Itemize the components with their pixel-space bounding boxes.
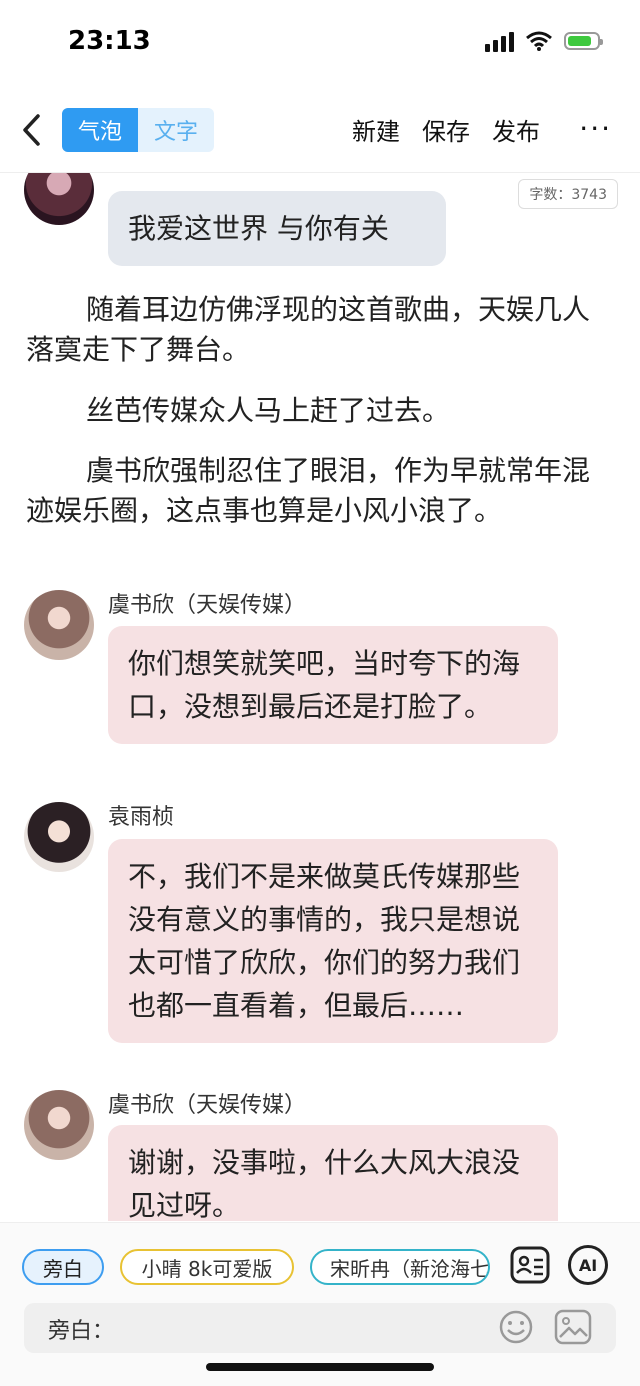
narration-paragraph[interactable]: 丝芭传媒众人马上赶了过去。 (26, 391, 606, 431)
signal-icon (485, 30, 514, 52)
tab-text[interactable]: 文字 (138, 108, 214, 152)
top-toolbar: 气泡 文字 新建 保存 发布 ··· (0, 102, 640, 158)
narration-input[interactable]: 旁白： (24, 1303, 616, 1353)
role-chip-narration[interactable]: 旁白 (22, 1249, 104, 1285)
speaker-name: 虞书欣（天娱传媒） (108, 1093, 307, 1118)
status-time: 23:13 (68, 26, 151, 56)
header-actions: 新建 保存 发布 (352, 112, 540, 147)
avatar[interactable] (24, 590, 94, 660)
message-bubble[interactable]: 我爱这世界 与你有关 (108, 191, 446, 266)
speaker-name: 袁雨桢 (108, 805, 175, 830)
save-button[interactable]: 保存 (422, 112, 470, 147)
mode-segmented-control: 气泡 文字 (62, 108, 214, 152)
message-bubble[interactable]: 谢谢，没事啦，什么大风大浪没见过呀。 (108, 1125, 558, 1221)
contact-card-icon[interactable] (510, 1245, 550, 1285)
status-icons (485, 30, 603, 52)
word-count-badge: 字数：3743 (518, 179, 618, 209)
more-icon[interactable]: ··· (579, 112, 612, 145)
message-bubble[interactable]: 你们想笑就笑吧，当时夸下的海口，没想到最后还是打脸了。 (108, 626, 558, 744)
wifi-icon (526, 31, 552, 51)
home-indicator (206, 1363, 434, 1371)
publish-button[interactable]: 发布 (492, 112, 540, 147)
avatar[interactable] (24, 802, 94, 872)
back-icon[interactable] (20, 112, 44, 148)
avatar[interactable] (24, 1090, 94, 1160)
emoji-icon[interactable] (498, 1309, 534, 1345)
narration-paragraph[interactable]: 随着耳边仿佛浮现的这首歌曲，天娱几人落寞走下了舞台。 (26, 290, 606, 370)
new-button[interactable]: 新建 (352, 112, 400, 147)
speaker-name: 虞书欣（天娱传媒） (108, 593, 307, 618)
role-chip[interactable]: 宋昕冉（新沧海七 (310, 1249, 490, 1285)
input-label: 旁白： (48, 1319, 115, 1344)
message-bubble[interactable]: 不，我们不是来做莫氏传媒那些没有意义的事情的，我只是想说太可惜了欣欣，你们的努力… (108, 839, 558, 1043)
story-content: 字数：3743 我爱这世界 与你有关 随着耳边仿佛浮现的这首歌曲，天娱几人落寞走… (0, 173, 640, 1221)
image-icon[interactable] (554, 1309, 592, 1345)
composer-panel: 旁白 小晴 8k可爱版 宋昕冉（新沧海七 AI 旁白： (0, 1222, 640, 1386)
role-chip[interactable]: 小晴 8k可爱版 (120, 1249, 294, 1285)
battery-icon (564, 32, 603, 50)
avatar[interactable] (24, 173, 94, 225)
ai-button[interactable]: AI (568, 1245, 608, 1285)
narration-paragraph[interactable]: 虞书欣强制忍住了眼泪，作为早就常年混迹娱乐圈，这点事也算是小风小浪了。 (26, 451, 606, 531)
tab-bubble[interactable]: 气泡 (62, 108, 138, 152)
